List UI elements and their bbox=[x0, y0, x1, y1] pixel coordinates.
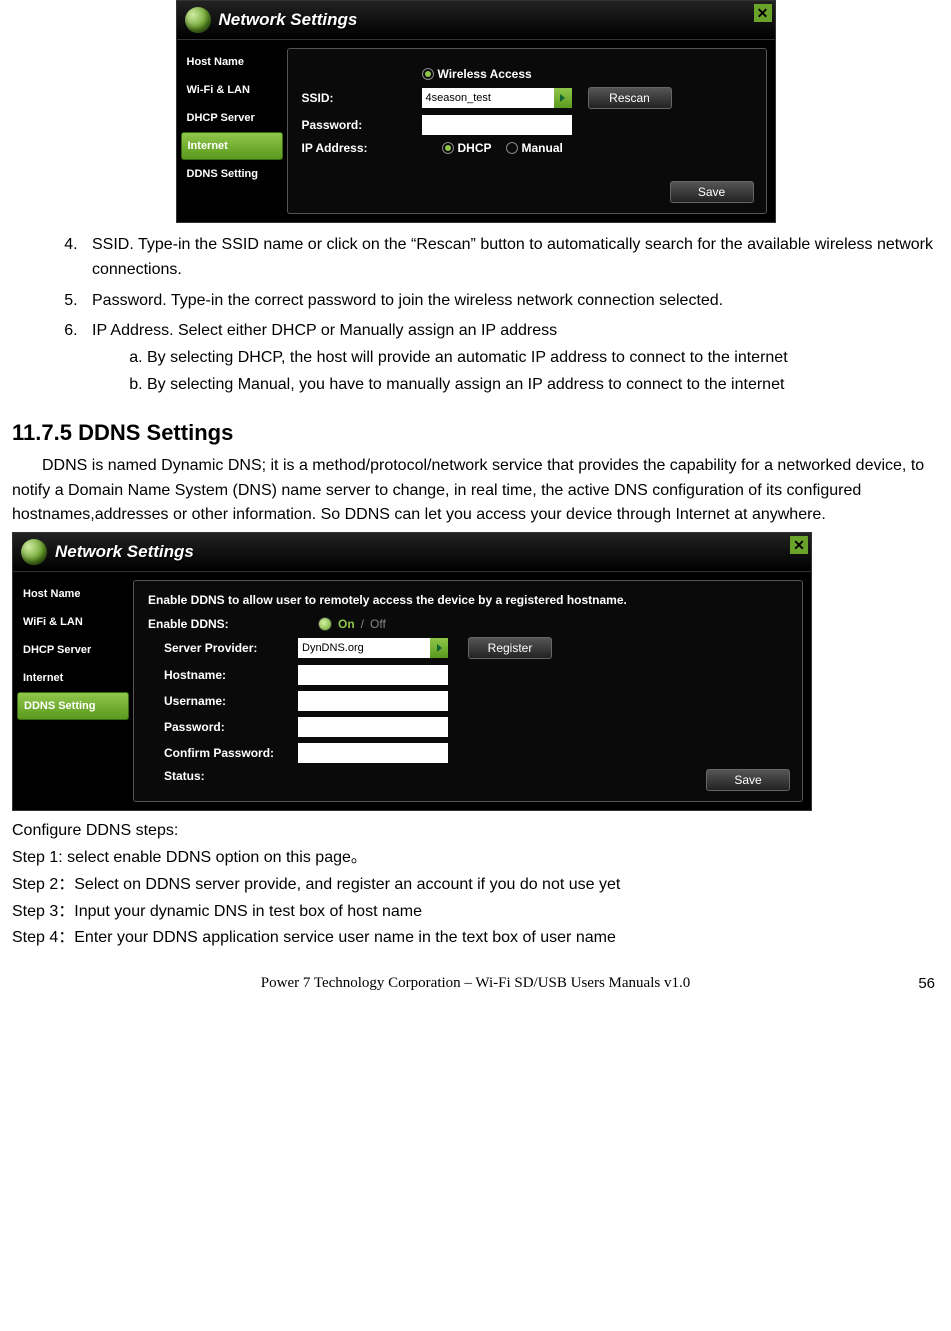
save-button[interactable]: Save bbox=[670, 181, 754, 203]
wireless-access-label: Wireless Access bbox=[438, 67, 532, 81]
list-item: By selecting Manual, you have to manuall… bbox=[147, 373, 939, 398]
sidebar: Host Name WiFi & LAN DHCP Server Interne… bbox=[13, 572, 133, 810]
manual-radio-label: Manual bbox=[522, 141, 563, 155]
username-input[interactable] bbox=[298, 691, 448, 711]
close-icon[interactable]: ✕ bbox=[790, 536, 808, 554]
ssid-dropdown[interactable]: 4season_test bbox=[422, 88, 572, 108]
confirm-password-label: Confirm Password: bbox=[148, 746, 298, 760]
server-provider-label: Server Provider: bbox=[148, 641, 298, 655]
panel-content: Wireless Access SSID: 4season_test Resca… bbox=[287, 48, 767, 214]
network-icon bbox=[21, 539, 47, 565]
close-icon[interactable]: ✕ bbox=[754, 4, 772, 22]
status-label: Status: bbox=[148, 769, 298, 783]
instruction-sublist: By selecting DHCP, the host will provide… bbox=[147, 346, 939, 398]
network-settings-panel-ddns: ✕ Network Settings Host Name WiFi & LAN … bbox=[12, 532, 812, 811]
step-2: Step 2：Select on DDNS server provide, an… bbox=[12, 873, 939, 898]
list-item: Password. Type-in the correct password t… bbox=[82, 289, 939, 314]
sidebar-item-dhcp-server[interactable]: DHCP Server bbox=[13, 636, 133, 664]
ssid-label: SSID: bbox=[302, 91, 422, 105]
enable-ddns-toggle[interactable]: On/Off bbox=[318, 617, 386, 631]
password-label: Password: bbox=[148, 720, 298, 734]
dropdown-arrow-icon bbox=[430, 638, 448, 658]
page-footer: Power 7 Technology Corporation – Wi-Fi S… bbox=[12, 975, 939, 992]
sidebar-item-internet[interactable]: Internet bbox=[181, 132, 283, 160]
panel-header: Network Settings bbox=[13, 533, 811, 572]
server-provider-value: DynDNS.org bbox=[302, 642, 364, 654]
sidebar-item-host-name[interactable]: Host Name bbox=[177, 48, 287, 76]
hostname-label: Hostname: bbox=[148, 668, 298, 682]
network-icon bbox=[185, 7, 211, 33]
sidebar-item-ddns-setting[interactable]: DDNS Setting bbox=[17, 692, 129, 720]
toggle-dot-icon bbox=[318, 617, 332, 631]
password-input[interactable] bbox=[422, 115, 572, 135]
sidebar: Host Name Wi-Fi & LAN DHCP Server Intern… bbox=[177, 40, 287, 222]
step-3: Step 3：Input your dynamic DNS in test bo… bbox=[12, 900, 939, 925]
sidebar-item-wifi-lan[interactable]: WiFi & LAN bbox=[13, 608, 133, 636]
server-provider-dropdown[interactable]: DynDNS.org bbox=[298, 638, 448, 658]
password-label: Password: bbox=[302, 118, 422, 132]
sidebar-item-dhcp-server[interactable]: DHCP Server bbox=[177, 104, 287, 132]
rescan-button[interactable]: Rescan bbox=[588, 87, 672, 109]
enable-ddns-label: Enable DDNS: bbox=[148, 617, 318, 631]
username-label: Username: bbox=[148, 694, 298, 708]
save-button[interactable]: Save bbox=[706, 769, 790, 791]
sidebar-item-wifi-lan[interactable]: Wi-Fi & LAN bbox=[177, 76, 287, 104]
wireless-access-radio[interactable] bbox=[422, 68, 434, 80]
footer-text: Power 7 Technology Corporation – Wi-Fi S… bbox=[261, 975, 690, 991]
hostname-input[interactable] bbox=[298, 665, 448, 685]
sidebar-item-host-name[interactable]: Host Name bbox=[13, 580, 133, 608]
list-item: SSID. Type-in the SSID name or click on … bbox=[82, 233, 939, 283]
step-1: Step 1: select enable DDNS option on thi… bbox=[12, 846, 939, 871]
confirm-password-input[interactable] bbox=[298, 743, 448, 763]
manual-radio[interactable] bbox=[506, 142, 518, 154]
network-settings-panel-internet: ✕ Network Settings Host Name Wi-Fi & LAN… bbox=[176, 0, 776, 223]
panel-title: Network Settings bbox=[55, 542, 194, 562]
list-item-text: IP Address. Select either DHCP or Manual… bbox=[92, 322, 557, 339]
instruction-list: SSID. Type-in the SSID name or click on … bbox=[82, 233, 939, 398]
instruction-text: Enable DDNS to allow user to remotely ac… bbox=[148, 593, 788, 607]
configure-intro: Configure DDNS steps: bbox=[12, 819, 939, 844]
list-item: By selecting DHCP, the host will provide… bbox=[147, 346, 939, 371]
dropdown-arrow-icon bbox=[554, 88, 572, 108]
ssid-value: 4season_test bbox=[426, 92, 491, 104]
dhcp-radio[interactable] bbox=[442, 142, 454, 154]
page-number: 56 bbox=[918, 975, 935, 992]
dhcp-radio-label: DHCP bbox=[458, 141, 492, 155]
section-paragraph: DDNS is named Dynamic DNS; it is a metho… bbox=[12, 454, 939, 528]
section-heading: 11.7.5 DDNS Settings bbox=[12, 420, 939, 446]
ip-address-label: IP Address: bbox=[302, 141, 422, 155]
toggle-on-label: On bbox=[338, 617, 355, 631]
step-4: Step 4：Enter your DDNS application servi… bbox=[12, 926, 939, 951]
panel-title: Network Settings bbox=[219, 10, 358, 30]
panel-header: Network Settings bbox=[177, 1, 775, 40]
password-input[interactable] bbox=[298, 717, 448, 737]
list-item: IP Address. Select either DHCP or Manual… bbox=[82, 319, 939, 397]
sidebar-item-internet[interactable]: Internet bbox=[13, 664, 133, 692]
panel-content: Enable DDNS to allow user to remotely ac… bbox=[133, 580, 803, 802]
sidebar-item-ddns-setting[interactable]: DDNS Setting bbox=[177, 160, 287, 188]
register-button[interactable]: Register bbox=[468, 637, 552, 659]
toggle-off-label: Off bbox=[370, 617, 386, 631]
